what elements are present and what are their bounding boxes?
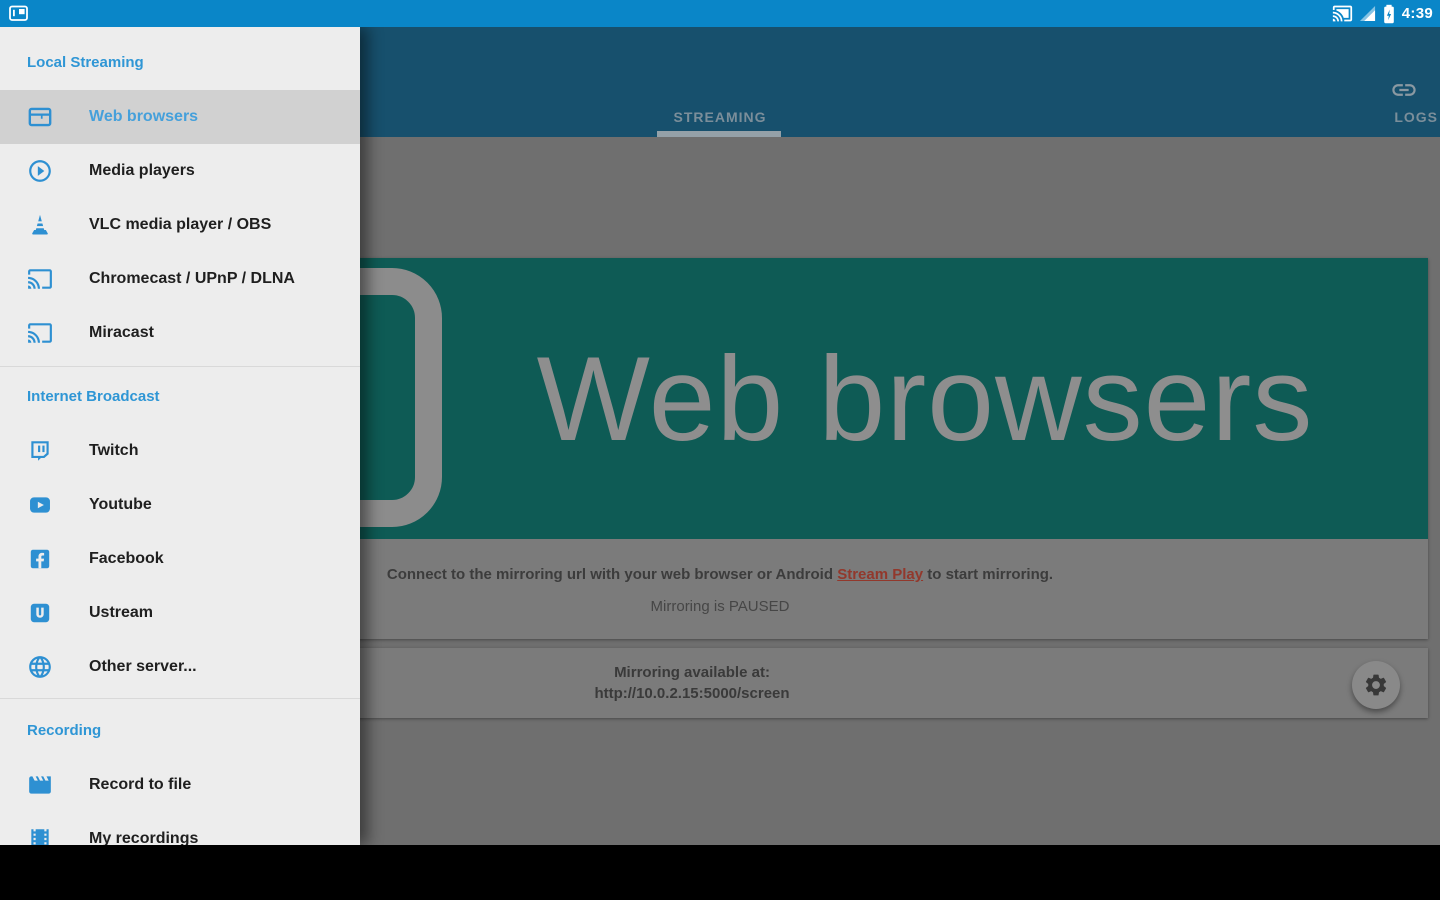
drawer-divider	[0, 366, 360, 367]
status-bar: 4:39	[0, 0, 1440, 27]
drawer-item-media-players[interactable]: Media players	[0, 144, 360, 198]
tab-streaming[interactable]: STREAMING	[620, 109, 820, 125]
drawer-item-twitch[interactable]: Twitch	[0, 424, 360, 478]
clock-text: 4:39	[1401, 5, 1433, 22]
drawer-item-record-to-file[interactable]: Record to file	[0, 758, 360, 812]
banner-title: Web browsers	[536, 331, 1314, 466]
drawer-item-label: Youtube	[89, 496, 152, 513]
drawer-item-label: Twitch	[89, 442, 139, 459]
drawer-item-label: Ustream	[89, 604, 154, 621]
youtube-icon	[27, 492, 53, 518]
drawer-item-label: Media players	[89, 162, 195, 179]
drawer-item-label: Other server...	[89, 658, 197, 675]
drawer-item-my-recordings[interactable]: My recordings	[0, 812, 360, 845]
movie-clapper-icon	[27, 772, 53, 798]
drawer-item-youtube[interactable]: Youtube	[0, 478, 360, 532]
tab-indicator	[657, 131, 781, 137]
cast-icon	[27, 320, 53, 346]
connect-text-before: Connect to the mirroring url with your w…	[386, 566, 838, 583]
battery-charging-icon	[1382, 4, 1396, 24]
drawer-item-other-server[interactable]: Other server...	[0, 640, 360, 694]
settings-button[interactable]	[1352, 661, 1400, 709]
link-icon[interactable]	[1390, 76, 1418, 104]
web-browser-icon	[27, 104, 53, 130]
drawer-item-label: VLC media player / OBS	[89, 216, 272, 233]
tab-logs[interactable]: LOGS	[1394, 109, 1438, 125]
gear-icon	[1365, 674, 1387, 696]
connect-text-after: to start mirroring.	[923, 566, 1054, 583]
play-circle-icon	[27, 158, 53, 184]
drawer-item-label: Facebook	[89, 550, 164, 567]
twitch-icon	[27, 438, 53, 464]
system-nav-bar	[0, 845, 1440, 900]
globe-icon	[27, 654, 53, 680]
drawer-item-label: Record to file	[89, 776, 192, 793]
section-header-internet-broadcast: Internet Broadcast	[27, 388, 160, 405]
vlc-cone-icon	[27, 212, 53, 238]
signal-icon	[1359, 5, 1376, 22]
drawer-item-miracast[interactable]: Miracast	[0, 306, 360, 360]
drawer-item-web-browsers[interactable]: Web browsers	[0, 90, 360, 144]
navigation-drawer: Local Streaming Web browsers Media playe…	[0, 27, 360, 845]
drawer-item-label: Miracast	[89, 324, 154, 341]
cast-icon	[27, 266, 53, 292]
drawer-divider	[0, 698, 360, 699]
drawer-item-facebook[interactable]: Facebook	[0, 532, 360, 586]
filmstrip-icon	[27, 826, 53, 845]
section-header-recording: Recording	[27, 722, 102, 739]
drawer-item-vlc-obs[interactable]: VLC media player / OBS	[0, 198, 360, 252]
drawer-item-label: My recordings	[89, 830, 199, 845]
section-header-local-streaming: Local Streaming	[27, 54, 144, 71]
ustream-icon	[27, 600, 53, 626]
stream-play-link[interactable]: Stream Play	[837, 566, 923, 583]
facebook-icon	[27, 546, 53, 572]
drawer-item-ustream[interactable]: Ustream	[0, 586, 360, 640]
screen: STREAMING LOGS Web browsers Connect to t…	[0, 0, 1440, 900]
drawer-item-label: Chromecast / UPnP / DLNA	[89, 270, 295, 287]
cast-status-icon	[1332, 3, 1353, 24]
screen-mirror-notification-icon	[8, 3, 30, 25]
drawer-item-chromecast-upnp-dlna[interactable]: Chromecast / UPnP / DLNA	[0, 252, 360, 306]
drawer-item-label: Web browsers	[89, 108, 199, 125]
